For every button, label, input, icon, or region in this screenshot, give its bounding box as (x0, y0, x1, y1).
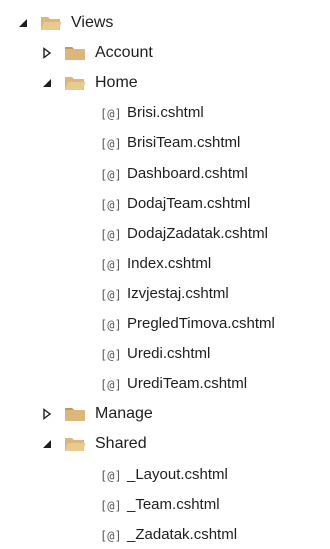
razor-file-icon: [@] (100, 107, 122, 121)
tree-file-uredi-cshtml[interactable]: [@] Uredi.cshtml (100, 339, 210, 368)
tree-file-layout-cshtml[interactable]: [@] _Layout.cshtml (100, 460, 228, 489)
razor-file-icon-wrap: [@] (100, 527, 122, 543)
razor-file-icon: [@] (100, 228, 122, 242)
razor-file-icon: [@] (100, 258, 122, 272)
razor-file-icon-wrap: [@] (100, 286, 122, 302)
razor-file-icon-glyph: [@] (100, 258, 122, 272)
razor-file-icon-wrap: [@] (100, 497, 122, 513)
razor-file-icon-glyph: [@] (100, 348, 122, 362)
tree-file-dodajteam-cshtml[interactable]: [@] DodajTeam.cshtml (100, 189, 250, 218)
expand-toggle[interactable] (40, 46, 54, 60)
razor-file-icon-wrap: [@] (100, 467, 122, 483)
collapsed-arrow-icon (43, 46, 52, 59)
tree-file-zadatak-cshtml[interactable]: [@] _Zadatak.cshtml (100, 520, 237, 549)
tree-item-label: UrediTeam.cshtml (127, 375, 248, 392)
collapse-toggle[interactable] (16, 16, 30, 30)
folder-icon-wrap (64, 45, 86, 61)
razor-file-icon-wrap: [@] (100, 316, 122, 332)
razor-file-icon-glyph: [@] (100, 469, 122, 483)
tree-folder-home[interactable]: Home (40, 68, 138, 97)
razor-file-icon: [@] (100, 288, 122, 302)
solution-explorer-tree: Views Account Home [@] Brisi.cshtml [@] BrisiT… (0, 0, 330, 543)
razor-file-icon-wrap: [@] (100, 376, 122, 392)
collapse-toggle[interactable] (40, 76, 54, 90)
tree-file-index-cshtml[interactable]: [@] Index.cshtml (100, 249, 211, 278)
razor-file-icon-wrap: [@] (100, 105, 122, 121)
tree-file-dashboard-cshtml[interactable]: [@] Dashboard.cshtml (100, 159, 248, 188)
expanded-arrow-icon (19, 18, 27, 27)
expanded-arrow-icon (43, 78, 51, 87)
tree-file-brisi-cshtml[interactable]: [@] Brisi.cshtml (100, 98, 204, 127)
folder-icon-wrap (64, 406, 86, 422)
tree-file-pregledtimova-cshtml[interactable]: [@] PregledTimova.cshtml (100, 309, 275, 338)
tree-item-label: _Zadatak.cshtml (127, 526, 238, 543)
razor-file-icon-glyph: [@] (100, 529, 122, 543)
tree-item-label: Index.cshtml (127, 255, 212, 272)
tree-item-label: Brisi.cshtml (127, 104, 204, 121)
razor-file-icon-glyph: [@] (100, 137, 122, 151)
razor-file-icon-wrap: [@] (100, 226, 122, 242)
razor-file-icon-wrap: [@] (100, 346, 122, 362)
razor-file-icon: [@] (100, 168, 122, 182)
open-folder-icon (65, 437, 86, 451)
tree-item-label: _Layout.cshtml (127, 466, 228, 483)
tree-item-label: PregledTimova.cshtml (127, 315, 275, 332)
collapse-toggle[interactable] (40, 437, 54, 451)
folder-icon (65, 407, 85, 421)
tree-item-label: Manage (95, 405, 153, 422)
tree-file-izvjestaj-cshtml[interactable]: [@] Izvjestaj.cshtml (100, 279, 229, 308)
razor-file-icon-glyph: [@] (100, 198, 122, 212)
collapsed-arrow-icon (43, 407, 52, 420)
tree-item-label: Izvjestaj.cshtml (127, 285, 229, 302)
tree-folder-account[interactable]: Account (40, 38, 153, 67)
razor-file-icon-glyph: [@] (100, 107, 122, 121)
tree-item-label: Dashboard.cshtml (127, 165, 248, 182)
tree-item-label: BrisiTeam.cshtml (127, 134, 241, 151)
open-folder-icon (41, 16, 62, 30)
open-folder-icon-wrap (64, 436, 86, 452)
razor-file-icon: [@] (100, 198, 122, 212)
razor-file-icon-wrap: [@] (100, 135, 122, 151)
razor-file-icon: [@] (100, 499, 122, 513)
tree-item-label: DodajTeam.cshtml (127, 195, 251, 212)
razor-file-icon: [@] (100, 529, 122, 543)
folder-icon (65, 46, 85, 60)
tree-item-label: Home (95, 74, 138, 91)
razor-file-icon: [@] (100, 348, 122, 362)
razor-file-icon-glyph: [@] (100, 378, 122, 392)
tree-item-label: Views (71, 14, 114, 31)
tree-file-urediteam-cshtml[interactable]: [@] UrediTeam.cshtml (100, 369, 247, 398)
open-folder-icon-wrap (40, 15, 62, 31)
tree-item-label: Account (95, 44, 153, 61)
open-folder-icon-wrap (64, 75, 86, 91)
razor-file-icon-wrap: [@] (100, 166, 122, 182)
tree-file-brisiteam-cshtml[interactable]: [@] BrisiTeam.cshtml (100, 128, 240, 157)
razor-file-icon-glyph: [@] (100, 228, 122, 242)
razor-file-icon: [@] (100, 378, 122, 392)
expanded-arrow-icon (43, 439, 51, 448)
razor-file-icon-glyph: [@] (100, 318, 122, 332)
tree-folder-views[interactable]: Views (16, 8, 113, 37)
tree-folder-manage[interactable]: Manage (40, 399, 153, 428)
tree-item-label: Uredi.cshtml (127, 345, 211, 362)
razor-file-icon-glyph: [@] (100, 499, 122, 513)
razor-file-icon: [@] (100, 318, 122, 332)
razor-file-icon-glyph: [@] (100, 168, 122, 182)
razor-file-icon: [@] (100, 469, 122, 483)
tree-item-label: Shared (95, 435, 147, 452)
razor-file-icon-wrap: [@] (100, 196, 122, 212)
razor-file-icon-wrap: [@] (100, 256, 122, 272)
razor-file-icon: [@] (100, 137, 122, 151)
tree-file-dodajzadatak-cshtml[interactable]: [@] DodajZadatak.cshtml (100, 219, 268, 248)
open-folder-icon (65, 76, 86, 90)
expand-toggle[interactable] (40, 407, 54, 421)
tree-folder-shared[interactable]: Shared (40, 429, 147, 458)
razor-file-icon-glyph: [@] (100, 288, 122, 302)
tree-item-label: _Team.cshtml (127, 496, 220, 513)
tree-file-team-cshtml[interactable]: [@] _Team.cshtml (100, 490, 220, 519)
tree-item-label: DodajZadatak.cshtml (127, 225, 268, 242)
